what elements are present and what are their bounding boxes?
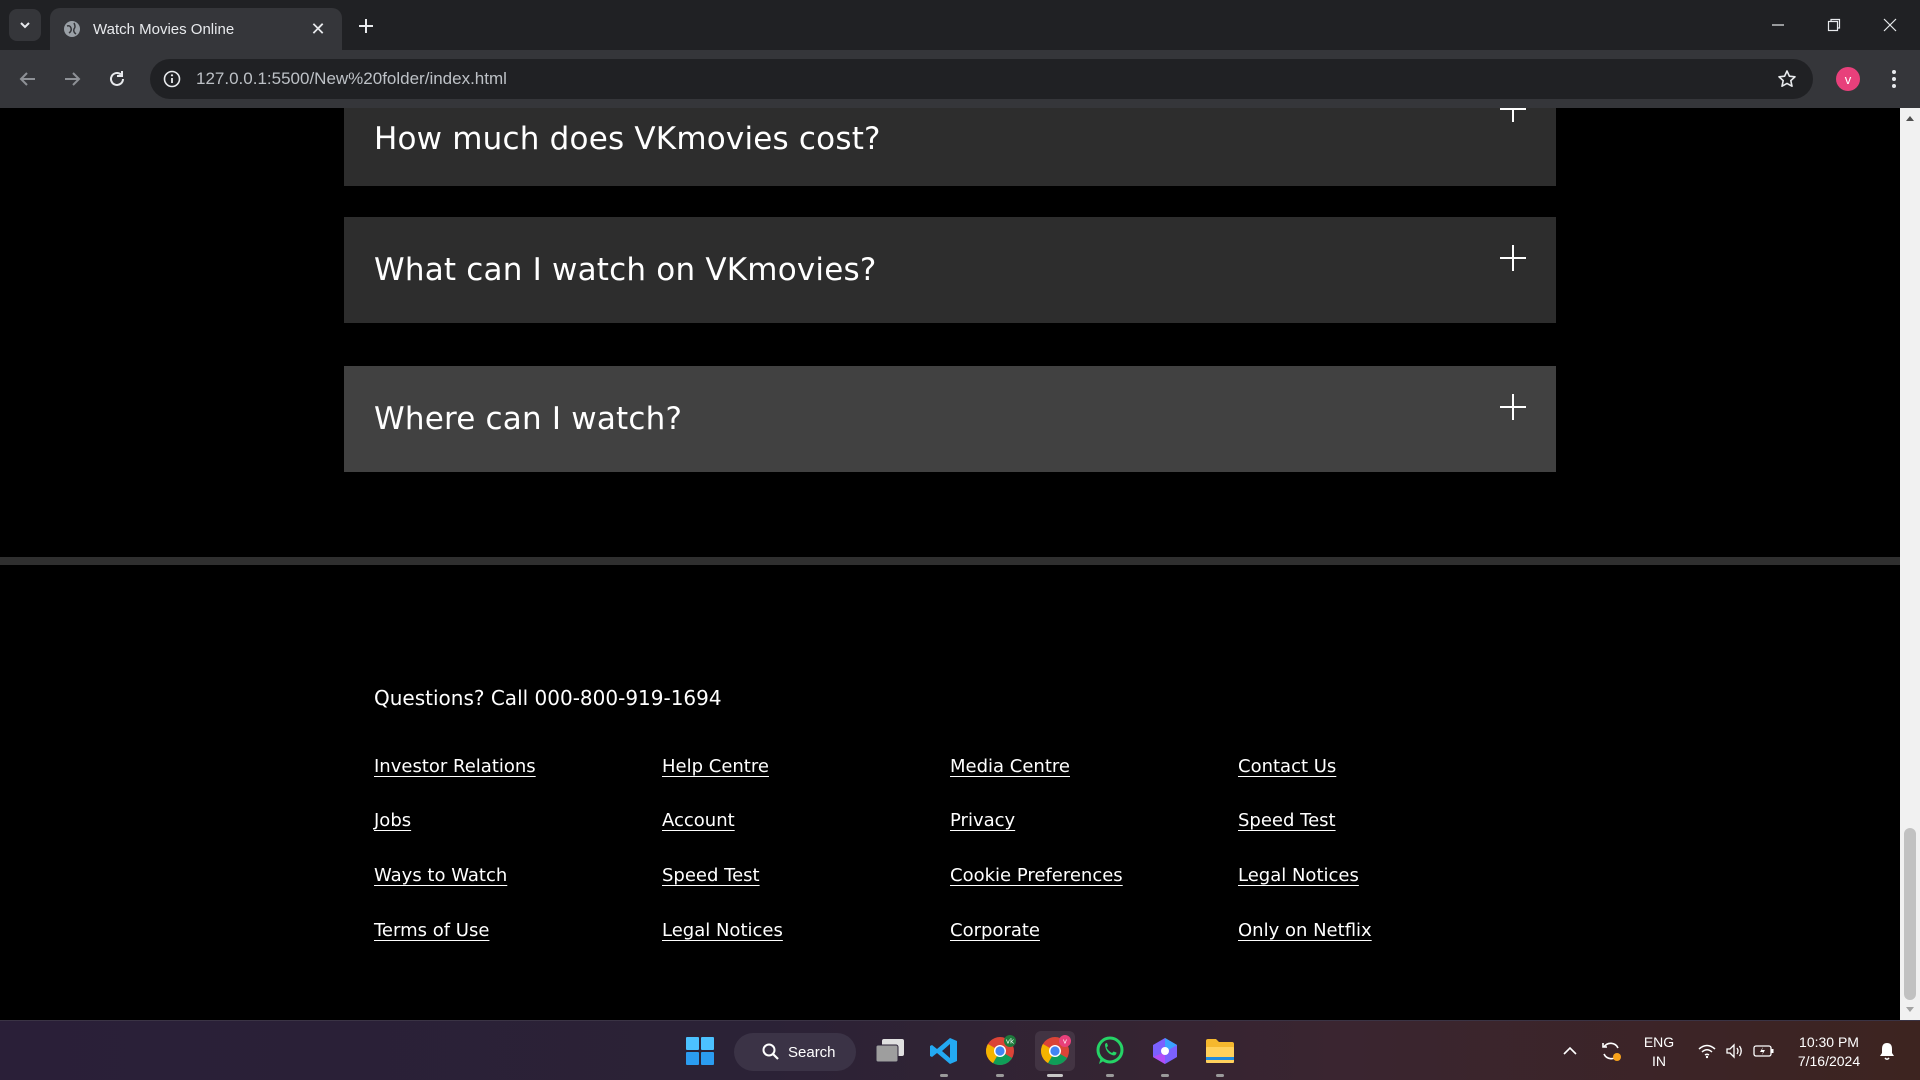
- bell-icon: [1880, 1043, 1894, 1060]
- faq-question: Where can I watch?: [374, 401, 683, 437]
- clock-time: 10:30 PM: [1799, 1034, 1859, 1050]
- footer-contact-text: Questions? Call 000-800-919-1694: [374, 686, 722, 710]
- notifications-button[interactable]: [1872, 1031, 1902, 1071]
- copilot-app-button[interactable]: [1145, 1031, 1185, 1077]
- folder-icon: [1206, 1039, 1234, 1063]
- taskbar-search[interactable]: Search: [734, 1033, 856, 1071]
- scrollbar-thumb[interactable]: [1904, 828, 1916, 1000]
- faq-item-where-to-watch[interactable]: Where can I watch?: [344, 366, 1556, 472]
- restore-icon: [1827, 18, 1841, 32]
- scroll-up-icon[interactable]: [1900, 108, 1920, 128]
- chevron-down-icon: [20, 22, 30, 29]
- close-window-button[interactable]: [1862, 0, 1918, 50]
- chrome-profile-vk-button[interactable]: vk: [980, 1031, 1020, 1077]
- file-explorer-button[interactable]: [1200, 1031, 1240, 1077]
- forward-button[interactable]: [56, 63, 88, 95]
- taskbar-search-label: Search: [788, 1043, 836, 1061]
- globe-icon: [64, 21, 80, 37]
- url-text[interactable]: 127.0.0.1:5500/New%20folder/index.html: [196, 69, 507, 89]
- browser-menu-button[interactable]: [1880, 63, 1908, 95]
- start-button[interactable]: [680, 1031, 720, 1071]
- footer-link[interactable]: Speed Test: [662, 865, 760, 886]
- battery-icon: [1753, 1045, 1774, 1057]
- scroll-down-icon[interactable]: [1900, 1000, 1920, 1020]
- footer-link[interactable]: Help Centre: [662, 756, 769, 777]
- input-language[interactable]: ENG IN: [1641, 1033, 1677, 1071]
- arrow-right-icon: [65, 72, 81, 86]
- browser-toolbar: 127.0.0.1:5500/New%20folder/index.html v: [0, 50, 1920, 108]
- minimize-button[interactable]: [1750, 0, 1806, 50]
- sync-status-button[interactable]: [1593, 1031, 1629, 1071]
- footer-link[interactable]: Ways to Watch: [374, 865, 507, 886]
- faq-item-cost[interactable]: How much does VKmovies cost?: [344, 108, 1556, 186]
- minimize-icon: [1772, 24, 1784, 26]
- volume-icon: [1726, 1043, 1742, 1059]
- bookmark-star-icon[interactable]: [1775, 67, 1799, 91]
- plus-icon: [1500, 245, 1526, 271]
- clock-date: 7/16/2024: [1797, 1053, 1861, 1069]
- page-scrollbar[interactable]: [1900, 108, 1920, 1020]
- footer-link[interactable]: Terms of Use: [374, 920, 489, 941]
- footer-link[interactable]: Contact Us: [1238, 756, 1336, 777]
- footer-link[interactable]: Privacy: [950, 810, 1015, 831]
- footer-link[interactable]: Speed Test: [1238, 810, 1336, 831]
- faq-question: What can I watch on VKmovies?: [374, 252, 877, 288]
- restore-button[interactable]: [1806, 0, 1862, 50]
- footer-link[interactable]: Investor Relations: [374, 756, 536, 777]
- footer-link[interactable]: Corporate: [950, 920, 1040, 941]
- close-icon: [1883, 18, 1897, 32]
- plus-icon: [1500, 108, 1526, 122]
- new-tab-button[interactable]: [352, 12, 380, 40]
- footer-link[interactable]: Cookie Preferences: [950, 865, 1123, 886]
- close-tab-icon[interactable]: ✕: [306, 17, 330, 41]
- search-icon: [762, 1043, 779, 1060]
- footer-link[interactable]: Jobs: [374, 810, 411, 831]
- chrome-icon: vk: [986, 1035, 1016, 1065]
- browser-tab[interactable]: Watch Movies Online ✕: [50, 8, 342, 50]
- task-view-icon: [875, 1039, 904, 1063]
- footer-link[interactable]: Legal Notices: [662, 920, 783, 941]
- tab-title: Watch Movies Online: [93, 20, 235, 38]
- svg-text:vk: vk: [1006, 1038, 1015, 1046]
- more-vertical-icon: [1892, 70, 1896, 88]
- plus-icon: [359, 19, 373, 33]
- network-volume-battery-button[interactable]: [1688, 1031, 1784, 1071]
- task-view-button[interactable]: [870, 1031, 910, 1071]
- plus-icon: [1500, 394, 1526, 420]
- copilot-icon: [1153, 1038, 1177, 1064]
- clock[interactable]: 10:30 PM 7/16/2024: [1790, 1033, 1868, 1071]
- back-button[interactable]: [12, 63, 44, 95]
- profile-avatar[interactable]: v: [1836, 67, 1860, 91]
- svg-text:v: v: [1063, 1038, 1067, 1046]
- page-viewport: How much does VKmovies cost? What can I …: [0, 108, 1900, 1020]
- chevron-up-icon: [1563, 1046, 1577, 1055]
- faq-item-what-to-watch[interactable]: What can I watch on VKmovies?: [344, 217, 1556, 323]
- chrome-icon: v: [1041, 1035, 1071, 1065]
- browser-tab-strip: Watch Movies Online ✕: [0, 0, 1920, 50]
- address-bar[interactable]: 127.0.0.1:5500/New%20folder/index.html: [150, 59, 1813, 99]
- sync-icon: [1602, 1042, 1621, 1061]
- chrome-profile-v-button[interactable]: v: [1035, 1031, 1075, 1077]
- vscode-app-button[interactable]: [924, 1031, 964, 1077]
- wifi-icon: [1698, 1044, 1716, 1059]
- footer-link[interactable]: Legal Notices: [1238, 865, 1359, 886]
- footer-link[interactable]: Media Centre: [950, 756, 1070, 777]
- windows-taskbar: Search vk v ENG IN 10:30 PM 7/16/2024: [0, 1020, 1920, 1080]
- whatsapp-app-button[interactable]: [1090, 1031, 1130, 1077]
- faq-question: How much does VKmovies cost?: [374, 121, 881, 157]
- windows-logo-icon: [686, 1037, 714, 1065]
- footer-link[interactable]: Account: [662, 810, 735, 831]
- language-code: ENG: [1643, 1034, 1675, 1050]
- footer-link[interactable]: Only on Netflix: [1238, 920, 1372, 941]
- section-divider: [0, 557, 1900, 565]
- site-info-icon[interactable]: [160, 67, 184, 91]
- reload-icon: [110, 71, 124, 86]
- show-hidden-icons-button[interactable]: [1552, 1031, 1588, 1071]
- region-code: IN: [1652, 1053, 1666, 1069]
- arrow-left-icon: [19, 72, 35, 86]
- tab-search-button[interactable]: [9, 9, 41, 41]
- whatsapp-icon: [1096, 1036, 1124, 1064]
- vscode-icon: [930, 1038, 957, 1064]
- reload-button[interactable]: [101, 63, 133, 95]
